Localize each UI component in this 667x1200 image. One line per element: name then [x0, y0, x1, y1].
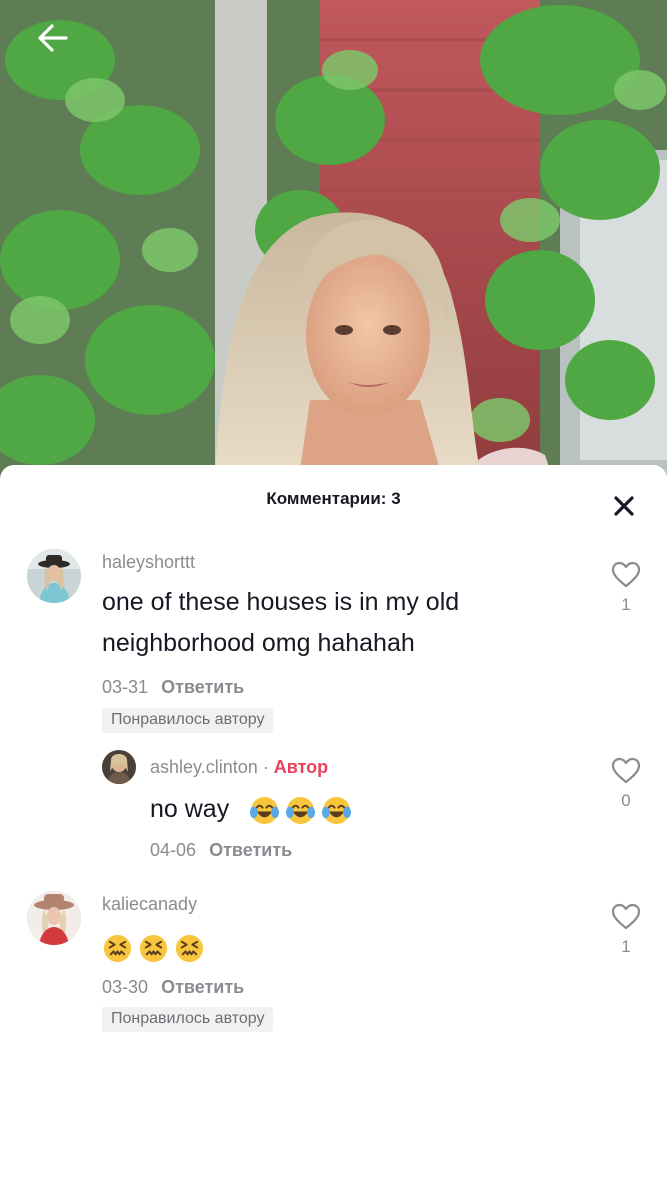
video-background: [0, 0, 667, 500]
separator-dot: ·: [262, 757, 269, 777]
comment-text-line: no way: [150, 795, 230, 823]
like-count: 1: [621, 595, 631, 614]
arrow-left-icon: [38, 24, 68, 52]
comment-text-line: neighborhood omg hahahah: [102, 629, 415, 657]
comments-sheet: Комментарии: 3 haleyshorttt one of these…: [0, 465, 667, 1200]
like-button[interactable]: 1: [606, 903, 646, 957]
avatar[interactable]: [102, 750, 136, 784]
avatar[interactable]: [27, 891, 81, 945]
reply-button[interactable]: Ответить: [209, 840, 292, 860]
comment-date: 03-30: [102, 977, 149, 997]
liked-by-author-badge: Понравилось автору: [102, 708, 274, 733]
heart-icon: [611, 757, 641, 784]
tears-of-joy-emoji: [322, 796, 352, 824]
video-scene-image: [0, 0, 667, 500]
heart-icon: [611, 903, 641, 930]
like-button[interactable]: 1: [606, 561, 646, 615]
comments-title: Комментарии: 3: [266, 489, 401, 508]
comment-text: [102, 927, 210, 968]
comment-username[interactable]: haleyshorttt: [102, 552, 195, 573]
comment-date: 03-31: [102, 677, 149, 697]
confounded-face-emoji: [103, 934, 132, 962]
reply-username[interactable]: ashley.clinton: [150, 757, 258, 777]
comment-text: one of these houses is in my old neighbo…: [102, 582, 459, 664]
comment-meta: 04-06 Ответить: [150, 840, 292, 861]
comment-meta: 03-30 Ответить: [102, 977, 244, 998]
comment-meta: 03-31 Ответить: [102, 677, 244, 698]
emoji-group: [102, 933, 210, 962]
reply-button[interactable]: Ответить: [161, 977, 244, 997]
comment-item: kaliecanady 03-30 Ответить Понравилось а…: [0, 889, 667, 1049]
avatar[interactable]: [27, 549, 81, 603]
confounded-face-emoji: [175, 934, 204, 962]
heart-icon: [611, 561, 641, 588]
reply-item: ashley.clinton · Автор no way 04-06 Отве…: [0, 749, 667, 869]
like-count: 0: [621, 791, 631, 810]
tears-of-joy-emoji: [286, 796, 316, 824]
close-icon: [614, 496, 634, 516]
comment-item: haleyshorttt one of these houses is in m…: [0, 547, 667, 737]
liked-by-author-badge: Понравилось автору: [102, 1007, 274, 1032]
comment-text-line: one of these houses is in my old: [102, 588, 460, 616]
tears-of-joy-emoji: [250, 796, 280, 824]
comment-username: ashley.clinton · Автор: [150, 757, 328, 778]
like-count: 1: [621, 937, 631, 956]
back-button[interactable]: [30, 18, 76, 58]
emoji-group: [249, 795, 357, 824]
close-button[interactable]: [609, 491, 639, 521]
comment-date: 04-06: [150, 840, 197, 860]
author-badge: Автор: [273, 757, 329, 777]
comment-username[interactable]: kaliecanady: [102, 894, 197, 915]
comment-text: no way: [150, 789, 357, 830]
reply-button[interactable]: Ответить: [161, 677, 244, 697]
like-button[interactable]: 0: [606, 757, 646, 811]
confounded-face-emoji: [139, 934, 168, 962]
